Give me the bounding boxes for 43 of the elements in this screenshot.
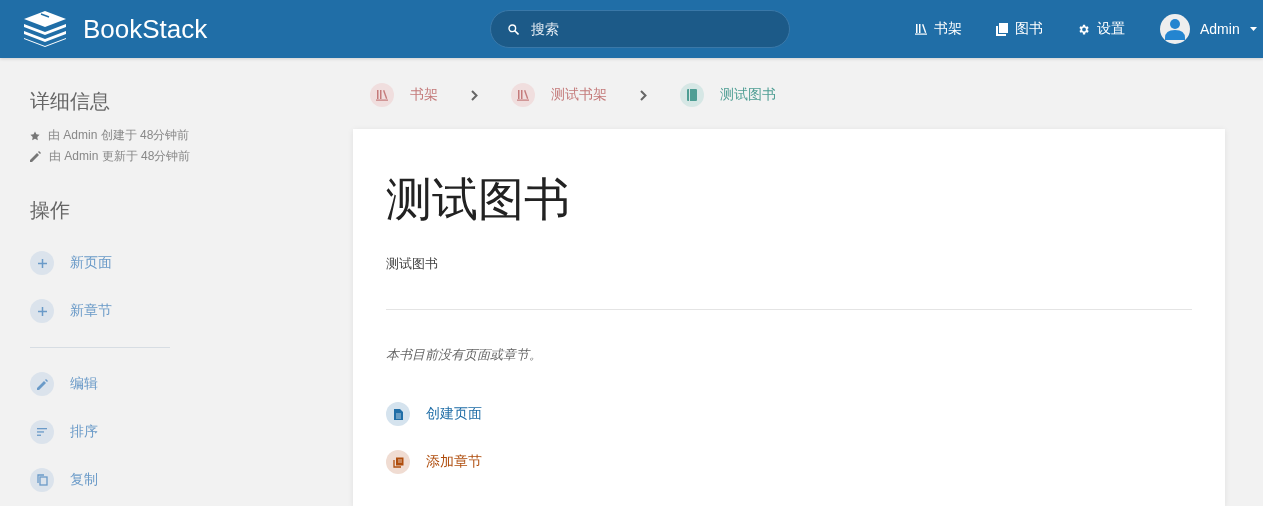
empty-message: 本书目前没有页面或章节。	[386, 346, 543, 364]
shelves-icon	[517, 89, 529, 101]
action-link[interactable]: 新章节	[30, 287, 353, 335]
create-link[interactable]: 添加章节	[386, 438, 1192, 486]
section-heading: 操作	[30, 198, 71, 223]
chapter-icon	[392, 456, 404, 468]
action-link[interactable]: 编辑	[30, 360, 353, 408]
app-name[interactable]: BookStack	[83, 13, 208, 45]
sort-icon	[37, 428, 47, 436]
nav-link[interactable]: 图书	[979, 20, 1060, 38]
user-name[interactable]: Admin	[1200, 21, 1240, 37]
plus-icon	[37, 306, 47, 316]
nav-link[interactable]: 书架	[898, 20, 979, 38]
action-link[interactable]: 新页面	[30, 239, 353, 287]
chevron-icon	[640, 89, 647, 101]
book-icon	[687, 89, 697, 101]
logo-icon[interactable]	[24, 11, 66, 47]
section-heading: 详细信息	[30, 89, 111, 114]
nav-link[interactable]: 设置	[1060, 20, 1142, 38]
action-link[interactable]: 复制	[30, 456, 353, 504]
settings-icon	[1077, 22, 1090, 36]
search-field[interactable]: 搜索	[490, 10, 790, 48]
caret-icon[interactable]	[1249, 27, 1257, 31]
breadcrumb-link[interactable]: 书架	[370, 83, 438, 107]
shelves-icon	[376, 89, 388, 101]
shelves-icon	[915, 23, 927, 35]
action-link[interactable]: 排序	[30, 408, 353, 456]
book-title: 测试图书	[386, 172, 571, 227]
book-icon	[996, 22, 1008, 36]
breadcrumb-link[interactable]: 测试图书	[680, 83, 776, 107]
meta-text: 由 Admin 更新于 48分钟前	[49, 148, 191, 165]
breadcrumb-link[interactable]: 测试书架	[511, 83, 607, 107]
page-icon	[393, 408, 403, 420]
copy-icon	[36, 474, 48, 486]
meta-text: 由 Admin 创建于 48分钟前	[48, 127, 190, 144]
create-link[interactable]: 创建页面	[386, 390, 1192, 438]
pencil-icon	[36, 378, 48, 390]
chevron-icon	[471, 89, 478, 101]
avatar-icon[interactable]	[1160, 14, 1190, 44]
pencil-icon	[30, 151, 41, 162]
book-description: 测试图书	[386, 255, 439, 273]
plus-icon	[37, 258, 47, 268]
star-icon	[30, 130, 40, 141]
